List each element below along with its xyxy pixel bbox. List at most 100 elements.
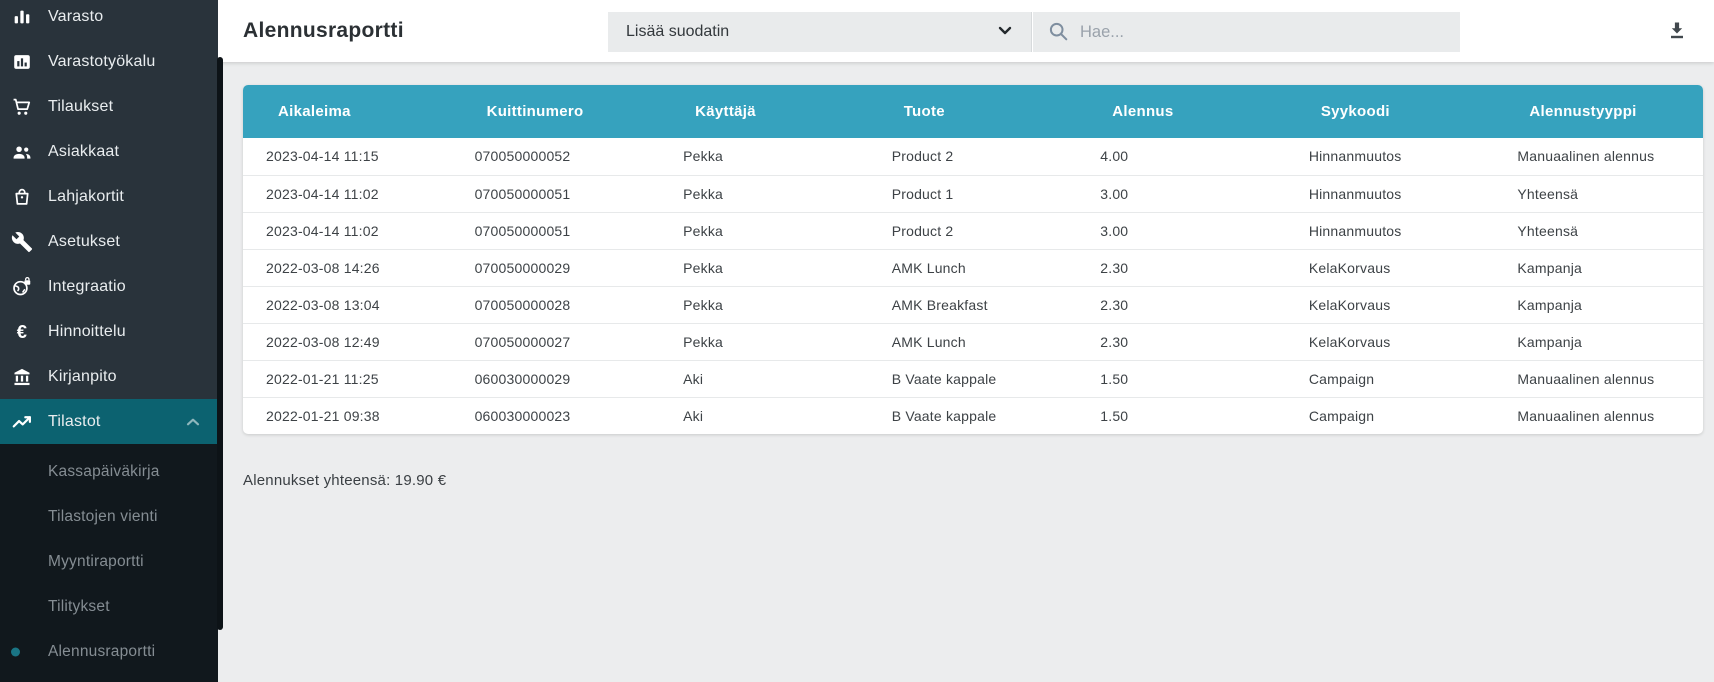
table-cell: 070050000051 [451,211,661,249]
table-cell: 060030000023 [451,396,661,434]
wrench-icon [10,230,34,254]
table-cell: Campaign [1285,396,1495,434]
chevron-down-icon [993,18,1017,47]
table-cell: 070050000029 [451,248,661,286]
sidebar-item-tilaukset[interactable]: Tilaukset [0,84,218,129]
euro-icon: € [10,320,34,344]
table-cell: 2.30 [1077,248,1286,286]
sidebar-subitem-tilastojen-vienti[interactable]: Tilastojen vienti [0,494,218,539]
cart-icon [10,95,34,119]
sidebar-item-kirjanpito[interactable]: Kirjanpito [0,354,218,399]
table-cell: Kampanja [1494,248,1703,286]
table-cell: 070050000027 [451,322,661,360]
sidebar-item-hinnoittelu[interactable]: € Hinnoittelu [0,309,218,354]
table-row: 2023-04-14 11:15 070050000052 Pekka Product… [243,138,1703,175]
table-cell: Kampanja [1494,322,1703,360]
sidebar-item-label: Integraatio [48,277,126,295]
table-cell: Aki [660,359,869,397]
search-box [1033,12,1460,52]
sidebar-subitem-myyntiraportti[interactable]: Myyntiraportti [0,539,218,584]
column-header-kayttaja[interactable]: Käyttäjä [660,85,869,138]
table-cell: 1.50 [1077,396,1286,434]
table-cell: 2023-04-14 11:02 [243,211,452,249]
table-cell: Product 2 [891,148,954,165]
table-cell: 2022-01-21 11:25 [243,359,452,397]
table-cell: Product 2 [868,211,1078,249]
table-cell: AMK Lunch [868,248,1078,286]
globe-lock-icon [10,275,34,299]
sidebar-item-integraatio[interactable]: Integraatio [0,264,218,309]
table-cell: Product 1 [868,174,1078,212]
table-cell: 3.00 [1077,211,1286,249]
download-icon [1665,18,1689,45]
table-cell: 3.00 [1077,174,1286,212]
column-header-alennustyyppi[interactable]: Alennustyyppi [1494,85,1703,138]
sidebar-item-tilastot[interactable]: Tilastot [0,399,218,444]
bank-icon [10,365,34,389]
table-cell: 4.00 [1100,148,1129,165]
table-cell: Pekka [660,248,869,286]
discount-total: Alennukset yhteensä: 19.90 € [243,472,447,489]
sidebar-subitem-tilitykset[interactable]: Tilitykset [0,584,218,629]
table-cell: Manuaalinen alennus [1517,148,1655,165]
table-cell: Pekka [660,174,869,212]
sidebar-item-label: Kirjanpito [48,367,117,385]
sidebar-subitem-kassapaivakirja[interactable]: Kassapäiväkirja [0,449,218,494]
sidebar-subitem-alennusraportti[interactable]: Alennusraportti [0,629,218,674]
sidebar-item-asetukset[interactable]: Asetukset [0,219,218,264]
table-cell: Pekka [660,285,869,323]
table-cell: 2022-03-08 13:04 [243,285,452,323]
column-header-kuittinumero[interactable]: Kuittinumero [451,85,661,138]
search-input[interactable] [1080,22,1450,42]
table-row: 2023-04-14 11:02 070050000051 Pekka Product… [243,174,1703,212]
sidebar-scrollbar[interactable] [217,57,223,630]
sidebar-item-varasto[interactable]: Varasto [0,0,218,39]
chevron-up-icon [182,411,204,433]
table-cell: 2022-01-21 09:38 [243,396,452,434]
sidebar-subitem-label: Tilitykset [48,597,110,615]
table-cell: 2.30 [1077,285,1286,323]
table-cell: Aki [660,396,869,434]
sidebar-subitem-label: Myyntiraportti [48,552,144,570]
table-cell: Hinnanmuutos [1285,174,1495,212]
filter-dropdown-label: Lisää suodatin [626,23,730,40]
report-content: Aikaleima Kuittinumero Käyttäjä Tuote Alennu… [218,62,1714,682]
column-header-aikaleima[interactable]: Aikaleima [243,85,452,138]
table-cell: 070050000028 [451,285,661,323]
column-header-syykoodi[interactable]: Syykoodi [1285,85,1495,138]
download-button[interactable] [1661,15,1693,47]
table-cell: Yhteensä [1494,211,1703,249]
table-cell: Hinnanmuutos [1285,211,1495,249]
table-cell: Kampanja [1494,285,1703,323]
sidebar-item-lahjakortit[interactable]: Lahjakortit [0,174,218,219]
sidebar-subitem-label: Kassapäiväkirja [48,462,160,480]
topbar: Alennusraportti Lisää suodatin [218,0,1714,62]
gift-bag-icon [10,185,34,209]
sidebar-item-label: Tilastot [48,412,101,430]
table-cell: B Vaate kappale [868,359,1078,397]
discount-report-table-card: Aikaleima Kuittinumero Käyttäjä Tuote Alennu… [243,85,1703,434]
table-cell: 070050000052 [474,148,571,165]
table-cell: 2023-04-14 11:02 [243,174,452,212]
column-header-alennus[interactable]: Alennus [1077,85,1286,138]
table-cell: KelaKorvaus [1285,285,1495,323]
table-cell: Yhteensä [1494,174,1703,212]
sidebar-item-label: Varastotyökalu [48,52,156,70]
sidebar-item-label: Tilaukset [48,97,114,115]
sidebar-submenu: Kassapäiväkirja Tilastojen vienti Myyntira… [0,444,218,682]
table-cell: Pekka [660,322,869,360]
table-cell: Manuaalinen alennus [1494,396,1703,434]
table-row: 2022-01-21 11:25 060030000029 Aki B Vaate k… [243,359,1703,397]
table-row: 2022-03-08 12:49 070050000027 Pekka AMK Lun… [243,322,1703,360]
table-cell: 2.30 [1077,322,1286,360]
trend-line-icon [10,410,34,434]
sidebar-item-asiakkaat[interactable]: Asiakkaat [0,129,218,174]
table-row: 2022-03-08 14:26 070050000029 Pekka AMK Lun… [243,248,1703,286]
sidebar-item-varastotyokalu[interactable]: Varastotyökalu [0,39,218,84]
sidebar-item-label: Hinnoittelu [48,322,126,340]
sidebar-subitem-label: Tilastojen vienti [48,507,158,525]
column-header-tuote[interactable]: Tuote [868,85,1078,138]
table-cell: Hinnanmuutos [1308,148,1402,165]
filter-dropdown[interactable]: Lisää suodatin [608,12,1032,52]
sidebar-item-label: Asiakkaat [48,142,120,160]
